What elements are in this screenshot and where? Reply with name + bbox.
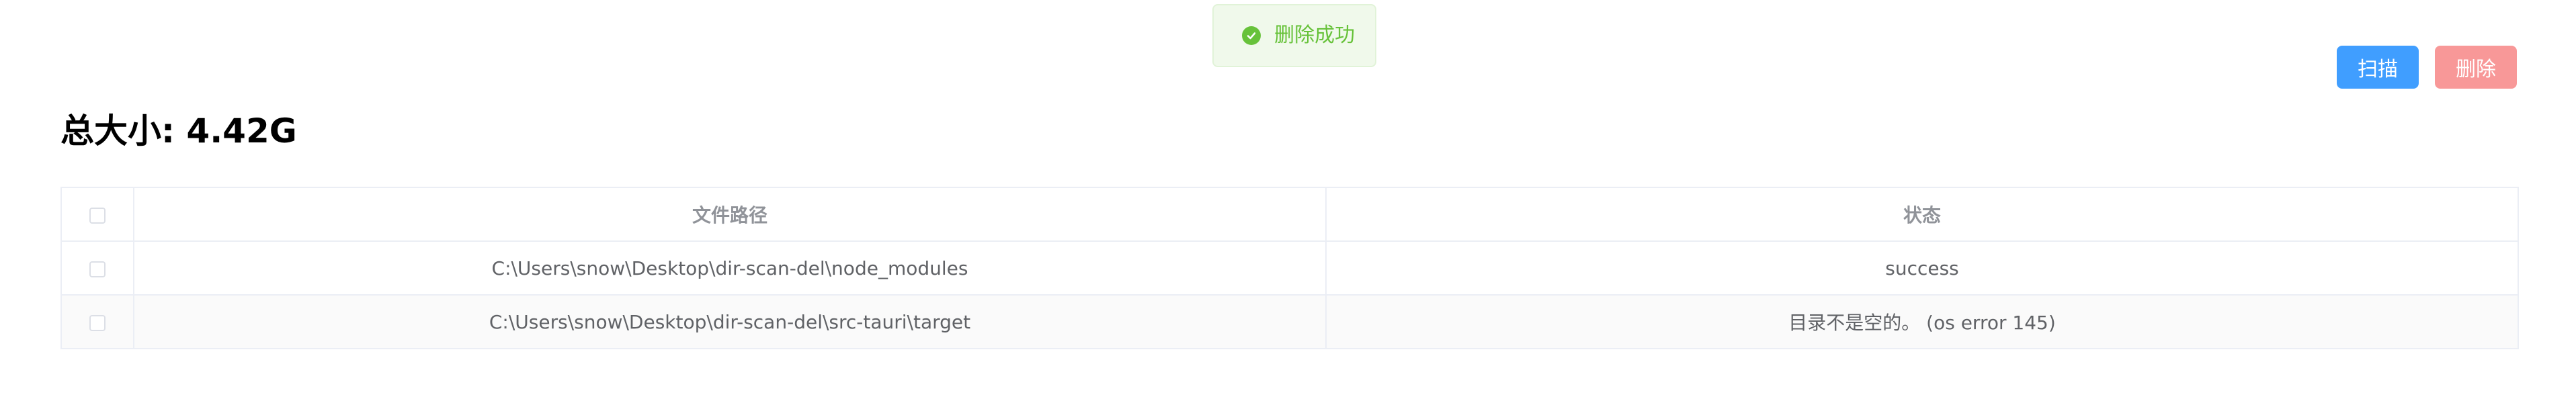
row-checkbox[interactable] <box>89 261 106 277</box>
toolbar: 扫描 删除 <box>2337 46 2517 89</box>
row-checkbox-cell[interactable] <box>60 294 134 349</box>
table-row[interactable]: C:\Users\snow\Desktop\dir-scan-del\src-t… <box>60 294 2519 349</box>
check-circle-icon <box>1242 26 1261 45</box>
row-checkbox-cell[interactable] <box>60 240 134 296</box>
total-size-title: 总大小: 4.42G <box>60 112 297 150</box>
table-header-row: 文件路径 状态 <box>60 187 2519 242</box>
delete-button[interactable]: 删除 <box>2435 46 2517 89</box>
status-header: 状态 <box>1325 187 2519 242</box>
table-row[interactable]: C:\Users\snow\Desktop\dir-scan-del\node_… <box>60 240 2519 296</box>
file-table: 文件路径 状态 C:\Users\snow\Desktop\dir-scan-d… <box>60 187 2519 349</box>
select-all-checkbox[interactable] <box>89 207 106 224</box>
select-all-checkbox-cell[interactable] <box>60 187 134 242</box>
file-path-cell: C:\Users\snow\Desktop\dir-scan-del\src-t… <box>133 294 1327 349</box>
row-checkbox[interactable] <box>89 314 106 331</box>
status-cell: success <box>1325 240 2519 296</box>
scan-button[interactable]: 扫描 <box>2337 46 2419 89</box>
toast-message: 删除成功 <box>1274 24 1355 47</box>
file-path-header: 文件路径 <box>133 187 1327 242</box>
status-cell: 目录不是空的。 (os error 145) <box>1325 294 2519 349</box>
success-toast: 删除成功 <box>1212 4 1376 67</box>
file-path-cell: C:\Users\snow\Desktop\dir-scan-del\node_… <box>133 240 1327 296</box>
